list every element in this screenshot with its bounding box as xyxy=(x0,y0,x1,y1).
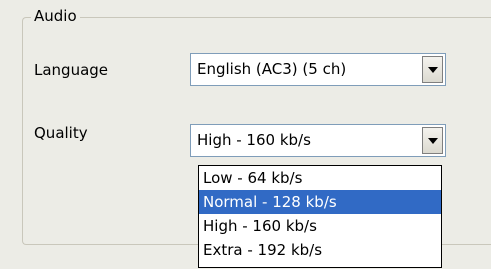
option-extra[interactable]: Extra - 192 kb/s xyxy=(199,238,441,262)
chevron-down-icon[interactable] xyxy=(422,56,443,83)
language-label: Language xyxy=(34,61,109,79)
chevron-down-icon[interactable] xyxy=(422,127,443,154)
option-low[interactable]: Low - 64 kb/s xyxy=(199,166,441,190)
option-high[interactable]: High - 160 kb/s xyxy=(199,214,441,238)
audio-group-title: Audio xyxy=(31,7,80,25)
language-selected-value: English (AC3) (5 ch) xyxy=(197,60,347,78)
option-normal[interactable]: Normal - 128 kb/s xyxy=(199,190,441,214)
quality-selected-value: High - 160 kb/s xyxy=(197,131,311,149)
quality-label: Quality xyxy=(34,124,88,142)
language-dropdown[interactable]: English (AC3) (5 ch) xyxy=(190,53,446,86)
quality-options-list[interactable]: Low - 64 kb/s Normal - 128 kb/s High - 1… xyxy=(198,165,442,268)
quality-dropdown[interactable]: High - 160 kb/s xyxy=(190,124,446,157)
